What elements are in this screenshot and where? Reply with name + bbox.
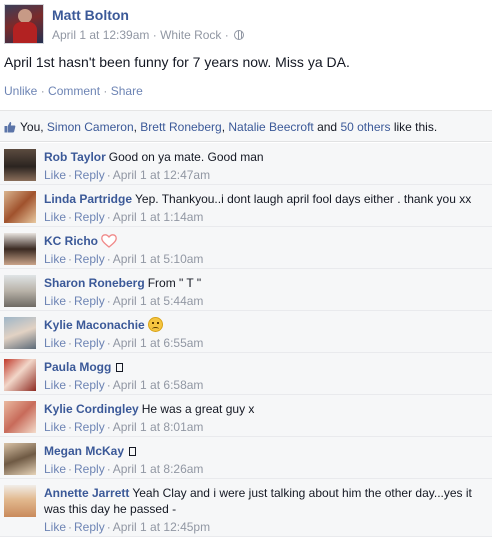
commenter-avatar[interactable]: [4, 359, 36, 391]
comment-like-link[interactable]: Like: [44, 336, 66, 350]
post-actions: Unlike · Comment · Share: [4, 84, 143, 98]
box-glyph-icon: [129, 447, 137, 456]
comment-reply-link[interactable]: Reply: [74, 252, 105, 266]
comment-timestamp[interactable]: April 1 at 5:44am: [113, 294, 204, 308]
crying-face-icon: [147, 317, 163, 332]
commenter-avatar[interactable]: [4, 191, 36, 223]
comment-item: Annette Jarrett Yeah Clay and i were just…: [0, 479, 492, 537]
post-location[interactable]: White Rock: [160, 28, 221, 42]
post-header: Matt Bolton April 1 at 12:39am · White R…: [4, 4, 488, 44]
comment-text: From " T ": [147, 276, 202, 290]
comment-timestamp[interactable]: April 1 at 5:10am: [113, 252, 204, 266]
commenter-avatar[interactable]: [4, 401, 36, 433]
share-link[interactable]: Share: [111, 84, 143, 98]
thumbs-up-icon: [4, 121, 16, 133]
comment-like-link[interactable]: Like: [44, 378, 66, 392]
likes-summary: You, Simon Cameron, Brett Roneberg, Nata…: [0, 110, 492, 142]
post-text: April 1st hasn't been funny for 7 years …: [4, 54, 350, 70]
commenter-avatar[interactable]: [4, 317, 36, 349]
comment-item: Paula Mogg Like · Reply · April 1 at 6:58am: [0, 353, 492, 395]
liker-brett-roneberg[interactable]: Brett Roneberg: [140, 120, 221, 134]
comment-timestamp[interactable]: April 1 at 6:58am: [113, 378, 204, 392]
box-glyph-icon: [116, 363, 124, 372]
commenter-name[interactable]: Linda Partridge: [44, 192, 132, 206]
comment-item: Sharon Roneberg From " T " Like · Reply · Apr…: [0, 269, 492, 311]
likes-others-link[interactable]: 50 others: [340, 120, 390, 134]
commenter-name[interactable]: Kylie Cordingley: [44, 402, 139, 416]
post-timestamp[interactable]: April 1 at 12:39am: [52, 28, 149, 42]
comment-item: Linda Partridge Yep. Thankyou..i dont lau…: [0, 185, 492, 227]
author-name[interactable]: Matt Bolton: [52, 7, 129, 23]
commenter-name[interactable]: Sharon Roneberg: [44, 276, 145, 290]
comment-like-link[interactable]: Like: [44, 168, 66, 182]
comment-text: Yep. Thankyou..i dont laugh april fool d…: [135, 192, 472, 206]
comment-like-link[interactable]: Like: [44, 462, 66, 476]
likes-you: You: [20, 120, 41, 134]
commenter-name[interactable]: Kylie Maconachie: [44, 318, 145, 332]
commenter-avatar[interactable]: [4, 149, 36, 181]
comment-reply-link[interactable]: Reply: [74, 210, 105, 224]
comment-timestamp[interactable]: April 1 at 8:01am: [113, 420, 204, 434]
globe-icon[interactable]: [234, 30, 245, 40]
commenter-avatar[interactable]: [4, 275, 36, 307]
comment-reply-link[interactable]: Reply: [74, 520, 105, 534]
comment-like-link[interactable]: Like: [44, 520, 66, 534]
commenter-name[interactable]: KC Richo: [44, 234, 98, 248]
comment-like-link[interactable]: Like: [44, 294, 66, 308]
comment-reply-link[interactable]: Reply: [74, 420, 105, 434]
comment-link[interactable]: Comment: [48, 84, 100, 98]
comment-reply-link[interactable]: Reply: [74, 462, 105, 476]
comment-like-link[interactable]: Like: [44, 210, 66, 224]
commenter-name[interactable]: Paula Mogg: [44, 360, 111, 374]
commenter-avatar[interactable]: [4, 485, 36, 517]
comment-item: Megan McKay Like · Reply · April 1 at 8:26am: [0, 437, 492, 479]
comment-timestamp[interactable]: April 1 at 12:45pm: [113, 520, 210, 534]
liker-simon-cameron[interactable]: Simon Cameron: [47, 120, 134, 134]
commenter-avatar[interactable]: [4, 443, 36, 475]
comment-text: He was a great guy x: [141, 402, 255, 416]
comment-item: Rob Taylor Good on ya mate. Good man Like…: [0, 143, 492, 185]
comment-timestamp[interactable]: April 1 at 6:55am: [113, 336, 204, 350]
comment-timestamp[interactable]: April 1 at 12:47am: [113, 168, 210, 182]
comment-like-link[interactable]: Like: [44, 420, 66, 434]
comment-reply-link[interactable]: Reply: [74, 294, 105, 308]
comment-like-link[interactable]: Like: [44, 252, 66, 266]
heart-icon: [101, 234, 117, 248]
comment-item: Kylie Cordingley He was a great guy x Lik…: [0, 395, 492, 437]
unlike-link[interactable]: Unlike: [4, 84, 37, 98]
comment-text: Good on ya mate. Good man: [108, 150, 264, 164]
commenter-avatar[interactable]: [4, 233, 36, 265]
comment-timestamp[interactable]: April 1 at 8:26am: [113, 462, 204, 476]
liker-natalie-beecroft[interactable]: Natalie Beecroft: [228, 120, 313, 134]
comment-reply-link[interactable]: Reply: [74, 336, 105, 350]
comment-item: Kylie Maconachie Like · Reply · April 1 at 6…: [0, 311, 492, 353]
comment-reply-link[interactable]: Reply: [74, 378, 105, 392]
comment-reply-link[interactable]: Reply: [74, 168, 105, 182]
commenter-name[interactable]: Megan McKay: [44, 444, 124, 458]
commenter-name[interactable]: Rob Taylor: [44, 150, 106, 164]
post-meta: April 1 at 12:39am · White Rock ·: [52, 28, 245, 42]
author-avatar[interactable]: [4, 4, 44, 44]
commenter-name[interactable]: Annette Jarrett: [44, 486, 129, 500]
comment-timestamp[interactable]: April 1 at 1:14am: [113, 210, 204, 224]
comment-item: KC Richo Like · Reply · April 1 at 5:10am: [0, 227, 492, 269]
